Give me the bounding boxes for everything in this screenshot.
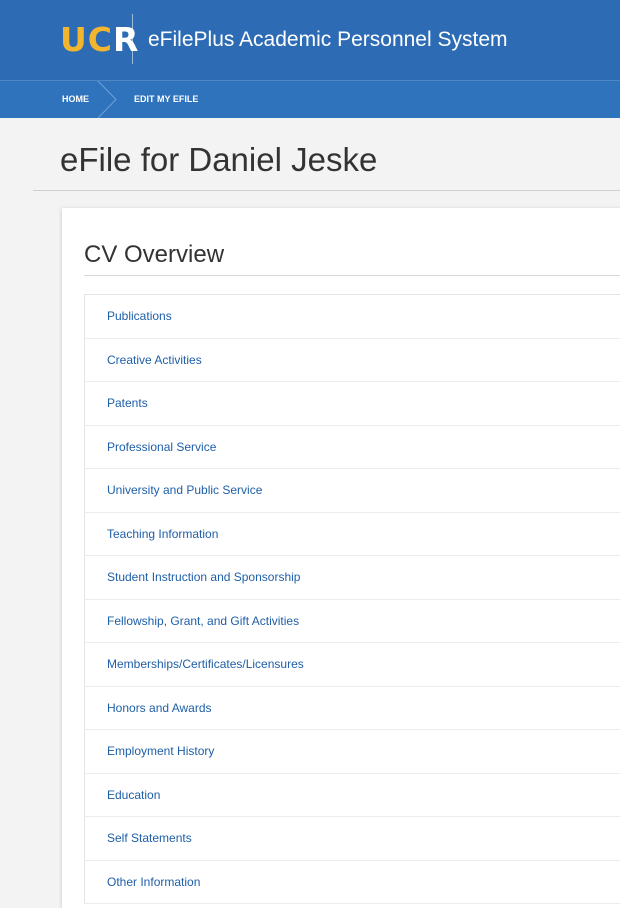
title-divider bbox=[33, 190, 620, 191]
cv-item-label[interactable]: University and Public Service bbox=[107, 483, 262, 497]
cv-item-student-instruction[interactable]: Student Instruction and Sponsorship bbox=[85, 556, 620, 600]
cv-item-label[interactable]: Publications bbox=[107, 309, 172, 323]
breadcrumb: HOME EDIT MY EFILE bbox=[0, 80, 620, 118]
cv-item-education[interactable]: Education bbox=[85, 774, 620, 817]
cv-item-label[interactable]: Self Statements bbox=[107, 831, 192, 845]
cv-item-honors-awards[interactable]: Honors and Awards bbox=[85, 687, 620, 730]
chevron-right-icon bbox=[97, 81, 117, 118]
cv-item-patents[interactable]: Patents bbox=[85, 382, 620, 426]
cv-item-other-information[interactable]: Other Information bbox=[85, 861, 620, 904]
cv-item-label[interactable]: Fellowship, Grant, and Gift Activities bbox=[107, 614, 299, 628]
cv-item-publications[interactable]: Publications bbox=[85, 295, 620, 339]
ucr-logo[interactable]: UCR bbox=[60, 18, 139, 62]
logo-text-accent: R bbox=[113, 20, 140, 59]
card-divider bbox=[84, 275, 620, 276]
cv-item-label[interactable]: Other Information bbox=[107, 875, 200, 889]
cv-item-label[interactable]: Student Instruction and Sponsorship bbox=[107, 570, 300, 584]
cv-overview-card: CV Overview Publications Creative Activi… bbox=[62, 208, 620, 908]
cv-item-label[interactable]: Patents bbox=[107, 396, 148, 410]
page-title: eFile for Daniel Jeske bbox=[60, 141, 378, 178]
breadcrumb-home-link[interactable]: HOME bbox=[62, 94, 89, 105]
logo-text: UC bbox=[60, 20, 114, 59]
logo-divider bbox=[132, 14, 133, 64]
cv-item-self-statements[interactable]: Self Statements bbox=[85, 817, 620, 861]
cv-item-label[interactable]: Education bbox=[107, 788, 160, 802]
cv-item-professional-service[interactable]: Professional Service bbox=[85, 426, 620, 469]
cv-item-label[interactable]: Memberships/Certificates/Licensures bbox=[107, 657, 304, 671]
cv-item-employment-history[interactable]: Employment History bbox=[85, 730, 620, 774]
cv-item-creative-activities[interactable]: Creative Activities bbox=[85, 339, 620, 382]
cv-item-university-public-service[interactable]: University and Public Service bbox=[85, 469, 620, 513]
cv-item-label[interactable]: Honors and Awards bbox=[107, 701, 212, 715]
cv-item-label[interactable]: Employment History bbox=[107, 744, 214, 758]
breadcrumb-current[interactable]: EDIT MY EFILE bbox=[134, 94, 198, 105]
system-title[interactable]: eFilePlus Academic Personnel System bbox=[148, 27, 508, 53]
cv-section-list: Publications Creative Activities Patents… bbox=[84, 294, 620, 904]
cv-item-label[interactable]: Professional Service bbox=[107, 440, 216, 454]
cv-item-memberships[interactable]: Memberships/Certificates/Licensures bbox=[85, 643, 620, 687]
cv-item-fellowship-grant-gift[interactable]: Fellowship, Grant, and Gift Activities bbox=[85, 600, 620, 643]
cv-item-label[interactable]: Creative Activities bbox=[107, 353, 202, 367]
cv-item-teaching-information[interactable]: Teaching Information bbox=[85, 513, 620, 556]
top-header: UCR eFilePlus Academic Personnel System bbox=[0, 0, 620, 80]
card-title: CV Overview bbox=[84, 241, 225, 268]
cv-item-label[interactable]: Teaching Information bbox=[107, 527, 218, 541]
